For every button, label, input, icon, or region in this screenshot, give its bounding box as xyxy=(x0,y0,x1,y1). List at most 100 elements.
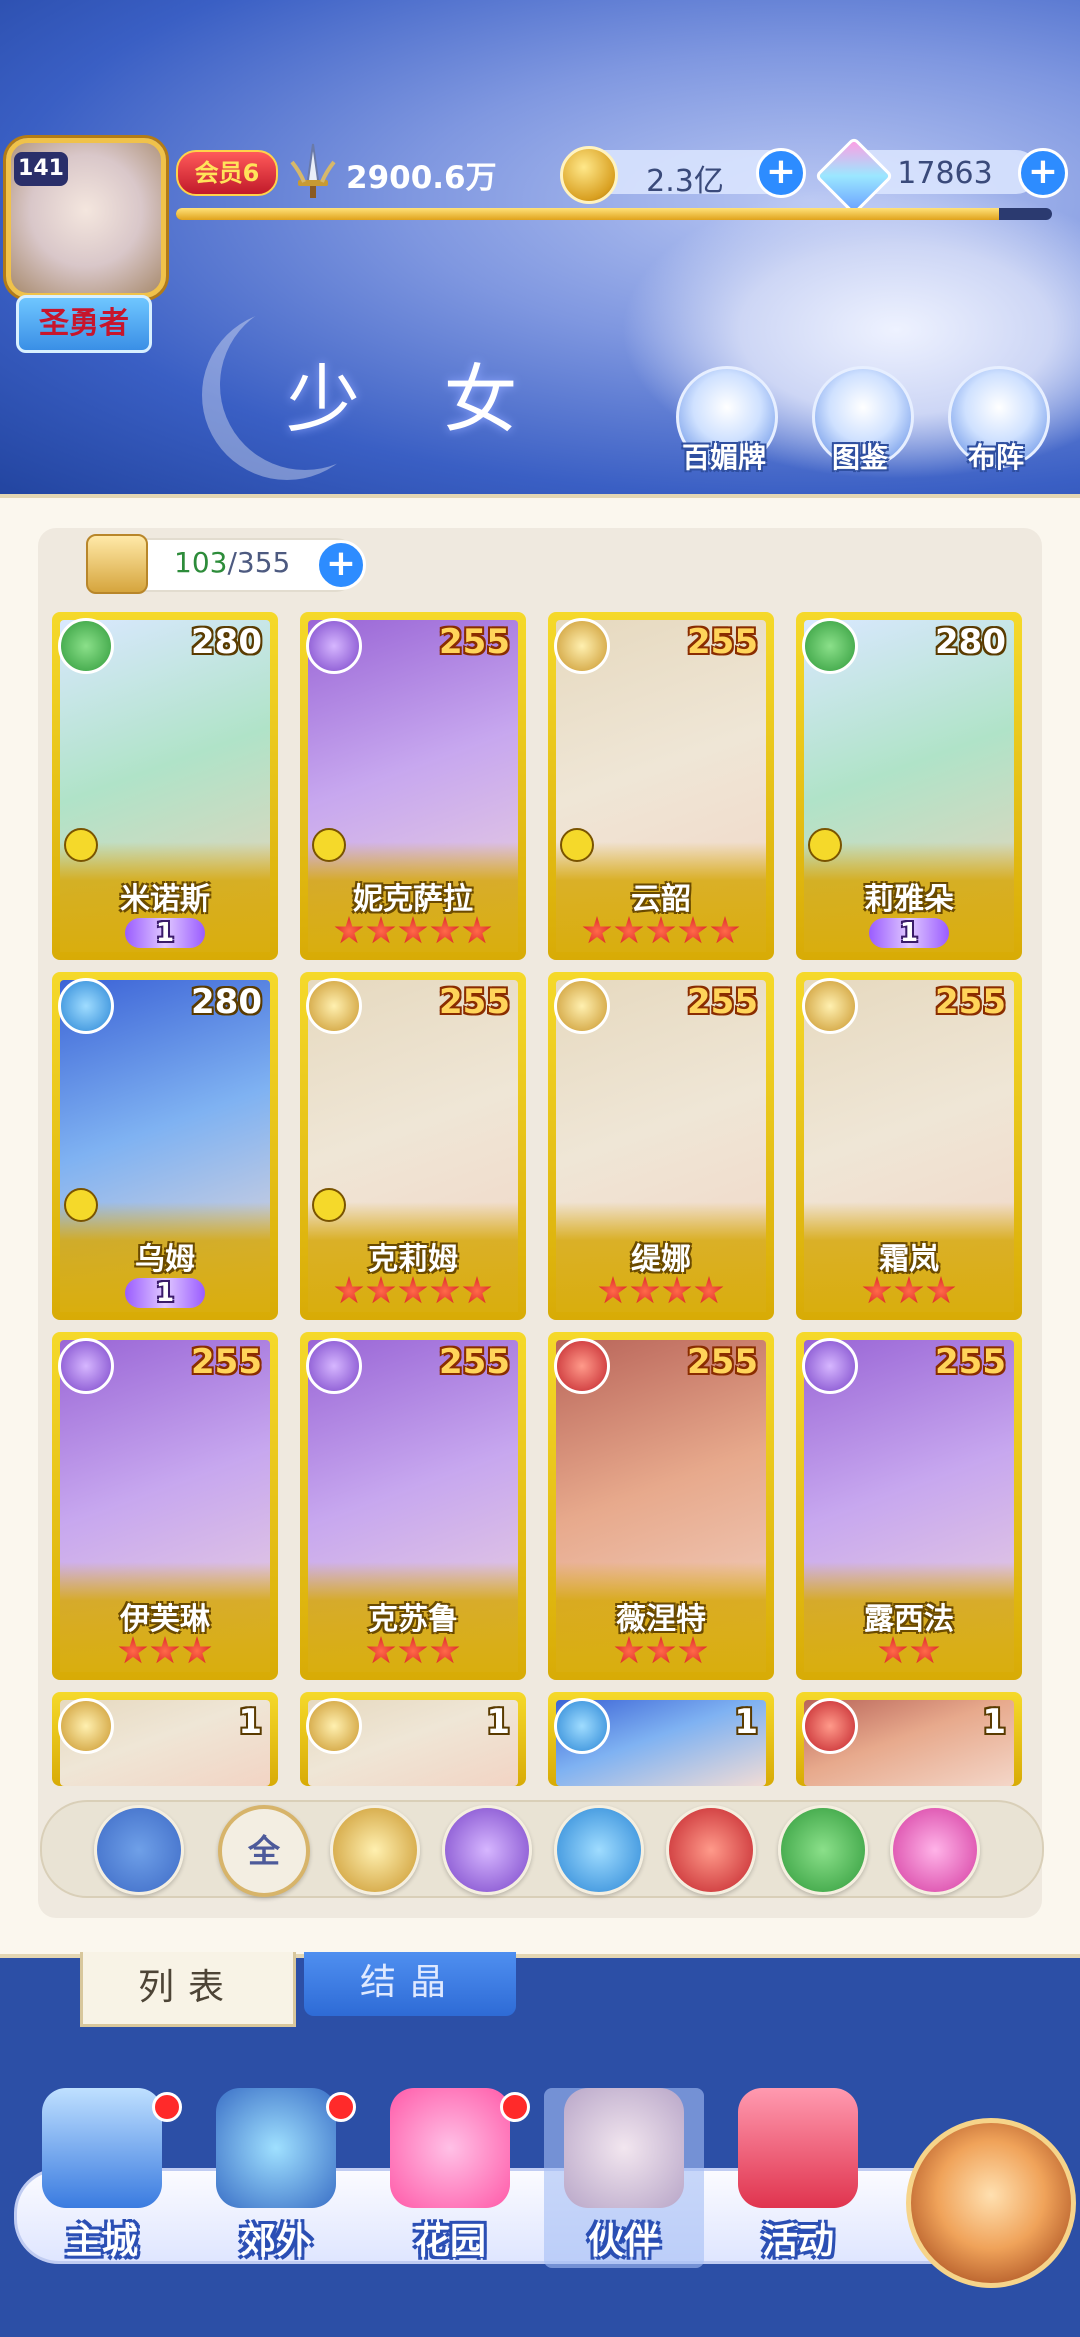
companion-card[interactable]: 1 xyxy=(548,1692,774,1786)
companion-level: 255 xyxy=(191,1342,262,1382)
nav-item-portal-gate[interactable]: 郊外 xyxy=(196,2088,356,2268)
companion-card[interactable]: 255 妮克萨拉 xyxy=(300,612,526,960)
companion-card[interactable]: 255 露西法 xyxy=(796,1332,1022,1680)
companion-card[interactable]: 280 莉雅朵 1 xyxy=(796,612,1022,960)
star-rating xyxy=(300,1636,526,1670)
player-title-badge[interactable]: 圣勇者 xyxy=(16,295,152,353)
nav-item-companion-portrait[interactable]: 伙伴 xyxy=(544,2088,704,2268)
bag-icon xyxy=(86,534,148,594)
water-element-icon xyxy=(554,1698,610,1754)
star-icon xyxy=(646,1636,676,1664)
companion-level: 1 xyxy=(734,1702,758,1742)
portal-gate-icon xyxy=(216,2088,336,2208)
sun-element-icon xyxy=(802,978,858,1034)
star-rating xyxy=(548,1276,774,1310)
sun-element-icon xyxy=(554,618,610,674)
companion-name: 伊芙琳 xyxy=(120,1602,210,1637)
companion-level: 280 xyxy=(191,622,262,662)
companion-card[interactable]: 1 xyxy=(300,1692,526,1786)
tab-list[interactable]: 列表 xyxy=(80,1952,296,2027)
companion-card[interactable]: 255 缇娜 xyxy=(548,972,774,1320)
companion-name: 露西法 xyxy=(864,1602,954,1637)
nav-label: 主城 xyxy=(65,2221,138,2262)
star-rating xyxy=(548,1636,774,1670)
companion-card[interactable]: 255 克莉姆 xyxy=(300,972,526,1320)
player-level: 141 xyxy=(14,152,68,186)
companion-card[interactable]: 280 乌姆 1 xyxy=(52,972,278,1320)
companion-level: 280 xyxy=(191,982,262,1022)
moon-element-icon xyxy=(58,1338,114,1394)
water-element-icon[interactable] xyxy=(554,1805,644,1895)
combat-power-value: 2900.6万 xyxy=(346,160,497,196)
companion-level: 255 xyxy=(439,622,510,662)
companion-card[interactable]: 1 xyxy=(796,1692,1022,1786)
expand-capacity-button[interactable]: + xyxy=(316,540,366,590)
capacity-text: 103/355 xyxy=(174,546,291,579)
companion-level: 1 xyxy=(486,1702,510,1742)
add-gold-button[interactable]: + xyxy=(756,148,806,198)
deployed-chess-icon xyxy=(808,828,842,862)
star-icon xyxy=(598,1276,628,1304)
companion-card[interactable]: 280 米诺斯 1 xyxy=(52,612,278,960)
star-icon xyxy=(646,916,676,944)
companion-level: 280 xyxy=(935,622,1006,662)
tab-crystal[interactable]: 结晶 xyxy=(304,1952,516,2016)
water-element-icon xyxy=(58,978,114,1034)
companion-card[interactable]: 255 薇涅特 xyxy=(548,1332,774,1680)
companion-name: 米诺斯 xyxy=(120,882,210,917)
star-icon xyxy=(614,916,644,944)
add-gem-button[interactable]: + xyxy=(1018,148,1068,198)
notification-dot xyxy=(326,2092,356,2122)
awaken-wing-badge: 1 xyxy=(869,918,949,948)
moon-element-icon[interactable] xyxy=(442,1805,532,1895)
star-icon xyxy=(366,1276,396,1304)
star-icon xyxy=(662,1276,692,1304)
wind-element-icon xyxy=(802,618,858,674)
star-rating xyxy=(300,916,526,950)
companion-name: 云韶 xyxy=(631,882,691,917)
fire-element-icon xyxy=(554,1338,610,1394)
heart-element-icon[interactable] xyxy=(890,1805,980,1895)
star-icon xyxy=(694,1276,724,1304)
exp-bar xyxy=(176,208,1052,220)
nav-item-hearts[interactable]: 花园 xyxy=(370,2088,530,2268)
filter-all-button[interactable]: 全 xyxy=(218,1805,310,1897)
moon-element-icon xyxy=(306,1338,362,1394)
nav-item-castle[interactable]: 主城 xyxy=(22,2088,182,2268)
companion-card[interactable]: 255 霜岚 xyxy=(796,972,1022,1320)
gem-amount: 17863 xyxy=(897,156,993,191)
companion-level: 255 xyxy=(439,982,510,1022)
companion-card[interactable]: 255 云韶 xyxy=(548,612,774,960)
companion-level: 255 xyxy=(935,982,1006,1022)
nav-label: 活动 xyxy=(761,2221,834,2262)
star-rating xyxy=(548,916,774,950)
sun-element-icon[interactable] xyxy=(330,1805,420,1895)
arrow-up-star-icon[interactable] xyxy=(94,1805,184,1895)
companion-level: 255 xyxy=(935,1342,1006,1382)
companion-card[interactable]: 1 xyxy=(52,1692,278,1786)
star-icon xyxy=(462,916,492,944)
companion-name: 霜岚 xyxy=(879,1242,939,1277)
card-deck-label: 百媚牌 xyxy=(681,441,766,474)
fire-element-icon[interactable] xyxy=(666,1805,756,1895)
nav-item-gift-box[interactable]: 活动 xyxy=(718,2088,878,2268)
companion-card[interactable]: 255 克苏鲁 xyxy=(300,1332,526,1680)
star-icon xyxy=(334,1276,364,1304)
star-icon xyxy=(366,1636,396,1664)
star-icon xyxy=(710,916,740,944)
gallery-label: 图鉴 xyxy=(831,441,888,474)
companion-card[interactable]: 255 伊芙琳 xyxy=(52,1332,278,1680)
star-icon xyxy=(334,916,364,944)
star-icon xyxy=(678,916,708,944)
companion-name: 乌姆 xyxy=(135,1242,195,1277)
star-rating xyxy=(300,1276,526,1310)
adventure-compass-button[interactable] xyxy=(906,2118,1076,2288)
hearts-icon xyxy=(390,2088,510,2208)
wind-element-icon[interactable] xyxy=(778,1805,868,1895)
companion-level: 255 xyxy=(687,982,758,1022)
star-icon xyxy=(182,1636,212,1664)
vip-badge[interactable]: 会员6 xyxy=(176,150,278,196)
companion-name: 薇涅特 xyxy=(616,1602,706,1637)
deployed-chess-icon xyxy=(312,1188,346,1222)
combat-power-icon xyxy=(290,143,336,198)
